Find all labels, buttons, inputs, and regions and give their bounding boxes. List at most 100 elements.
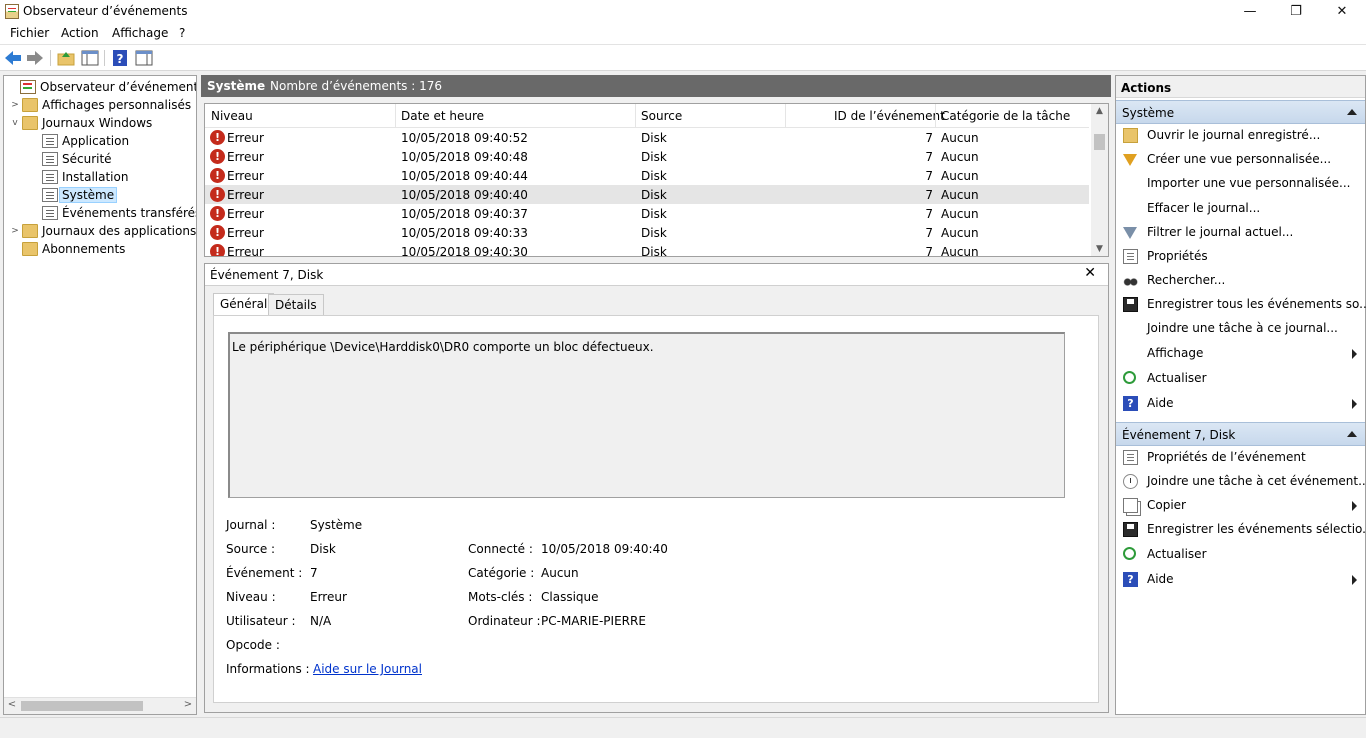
help-icon: ? [113,50,127,66]
refresh-icon [1123,371,1136,384]
section-event[interactable]: Événement 7, Disk [1116,422,1365,446]
action-copy[interactable]: Copier [1116,495,1365,517]
scroll-thumb[interactable] [21,701,143,711]
section-system[interactable]: Système [1116,100,1365,124]
tree-label: Journaux des applications et [42,224,197,238]
window-title: Observateur d’événements [23,4,188,18]
menu-affichage[interactable]: Affichage [112,26,168,40]
error-icon: ! [210,206,225,221]
table-row[interactable]: ! Erreur 10/05/2018 09:40:48 Disk 7 Aucun [205,147,1089,166]
table-row[interactable]: ! Erreur 10/05/2018 09:40:33 Disk 7 Aucun [205,223,1089,242]
action-help-event[interactable]: ? Aide [1116,569,1365,591]
forward-button[interactable] [26,49,44,67]
action-properties[interactable]: Propriétés [1116,246,1365,268]
action-view[interactable]: Affichage [1116,343,1365,365]
close-window-button[interactable]: ✕ [1319,0,1365,23]
log-icon [42,188,58,202]
action-save-all-events[interactable]: Enregistrer tous les événements so... [1116,294,1366,316]
menu-action[interactable]: Action [61,26,99,40]
scroll-right-icon[interactable]: > [180,699,196,710]
column-event-id[interactable]: ID de l’événement [834,109,945,123]
cell-date: 10/05/2018 09:40:40 [401,188,528,202]
field-value-computer: PC-MARIE-PIERRE [541,614,646,628]
field-value-event: 7 [310,566,318,580]
action-help[interactable]: ? Aide [1116,393,1365,415]
tree-item-application[interactable]: Application [42,132,129,150]
action-find[interactable]: Rechercher... [1116,270,1365,292]
help-link[interactable]: Aide sur le Journal [313,662,422,676]
maximize-button[interactable]: ❐ [1273,0,1319,23]
tree-item-root[interactable]: Observateur d’événements (Local) [6,78,196,96]
help-button[interactable]: ? [111,49,129,67]
show-hide-action-pane-button[interactable] [135,49,153,67]
table-row[interactable]: ! Erreur 10/05/2018 09:40:40 Disk 7 Aucun [205,185,1089,204]
event-list-vertical-scrollbar[interactable]: ▲ ▼ [1091,104,1108,256]
minimize-button[interactable]: — [1227,0,1273,23]
column-level[interactable]: Niveau [211,109,253,123]
action-clear-log[interactable]: Effacer le journal... [1116,198,1365,220]
tree-item-system[interactable]: Système [42,186,118,204]
tree-horizontal-scrollbar[interactable]: < > [4,697,196,714]
action-refresh-event[interactable]: Actualiser [1116,544,1365,566]
table-row[interactable]: ! Erreur 10/05/2018 09:40:44 Disk 7 Aucun [205,166,1089,185]
menu-fichier[interactable]: Fichier [10,26,49,40]
tree-item-subscriptions[interactable]: Abonnements [22,240,125,258]
action-import-custom-view[interactable]: Importer une vue personnalisée... [1116,173,1365,195]
show-hide-console-tree-button[interactable] [81,49,99,67]
collapse-chevron-icon[interactable]: v [8,118,22,128]
event-description[interactable]: Le périphérique \Device\Harddisk0\DR0 co… [228,332,1065,498]
cell-source: Disk [641,131,667,145]
error-icon: ! [210,244,225,256]
back-button[interactable] [4,49,22,67]
tab-general[interactable]: Général [213,293,275,316]
action-open-saved-log[interactable]: Ouvrir le journal enregistré... [1116,125,1365,147]
menu-help[interactable]: ? [179,26,185,40]
tree-item-windows-logs[interactable]: v Journaux Windows [8,114,152,132]
action-attach-task-to-log[interactable]: Joindre une tâche à ce journal... [1116,318,1365,340]
cell-source: Disk [641,169,667,183]
scroll-left-icon[interactable]: < [4,699,20,710]
collapse-up-icon[interactable] [1347,109,1357,115]
tab-details[interactable]: Détails [268,294,324,316]
table-row[interactable]: ! Erreur 10/05/2018 09:40:30 Disk 7 Aucun [205,242,1089,256]
table-row[interactable]: ! Erreur 10/05/2018 09:40:52 Disk 7 Aucun [205,128,1089,147]
up-folder-button[interactable] [57,49,75,67]
tree-item-security[interactable]: Sécurité [42,150,112,168]
toolbar-separator [50,50,51,66]
tree-item-apps-services-logs[interactable]: > Journaux des applications et [8,222,197,240]
action-attach-task-to-event[interactable]: Joindre une tâche à cet événement... [1116,471,1366,493]
column-date[interactable]: Date et heure [401,109,484,123]
tree-item-custom-views[interactable]: > Affichages personnalisés [8,96,191,114]
cell-category: Aucun [941,150,979,164]
column-source[interactable]: Source [641,109,682,123]
table-row[interactable]: ! Erreur 10/05/2018 09:40:37 Disk 7 Aucun [205,204,1089,223]
expand-chevron-icon[interactable]: > [8,100,22,110]
action-create-custom-view[interactable]: Créer une vue personnalisée... [1116,149,1365,171]
console-tree-icon [81,50,99,66]
scroll-thumb[interactable] [1094,134,1105,150]
action-refresh[interactable]: Actualiser [1116,368,1365,390]
event-viewer-app-icon [5,4,19,19]
action-filter-current-log[interactable]: Filtrer le journal actuel... [1116,222,1365,244]
collapse-up-icon[interactable] [1347,431,1357,437]
field-label: Connecté : [468,542,533,556]
field-value-connected: 10/05/2018 09:40:40 [541,542,668,556]
column-task-category[interactable]: Catégorie de la tâche [941,109,1070,123]
close-detail-icon[interactable]: ✕ [1084,265,1096,281]
tree-item-setup[interactable]: Installation [42,168,128,186]
scroll-up-icon[interactable]: ▲ [1091,106,1108,116]
field-value-user: N/A [310,614,332,628]
tree-item-forwarded-events[interactable]: Événements transférés [42,204,196,222]
action-save-selected-events[interactable]: Enregistrer les événements sélectio... [1116,519,1366,541]
action-event-properties[interactable]: Propriétés de l’événement [1116,447,1365,469]
log-header: Système Nombre d’événements : 176 [201,75,1111,97]
copy-icon [1123,498,1138,513]
cell-id: 7 [925,188,933,202]
refresh-icon [1123,547,1136,560]
log-view-pane: Système Nombre d’événements : 176 Niveau… [201,75,1111,715]
expand-chevron-icon[interactable]: > [8,226,22,236]
arrow-right-icon [27,51,43,65]
scroll-down-icon[interactable]: ▼ [1091,244,1108,254]
field-label: Journal : [226,518,276,532]
toolbar-separator [104,50,105,66]
